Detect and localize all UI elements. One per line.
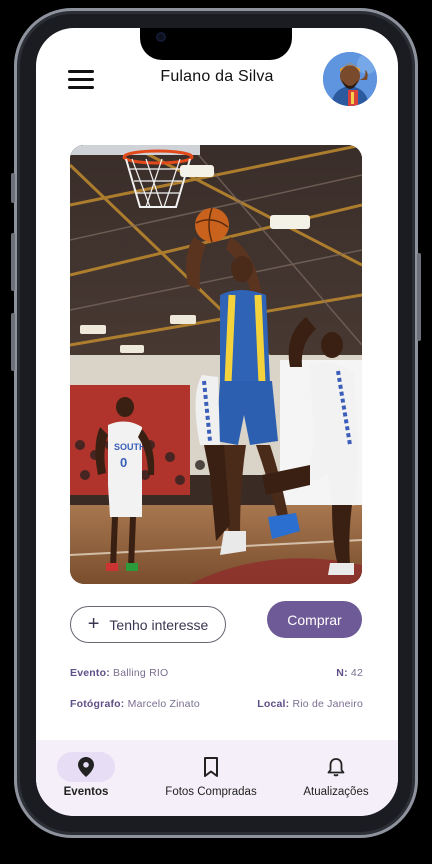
- svg-text:0: 0: [120, 455, 127, 470]
- location-value: Rio de Janeiro: [292, 698, 363, 710]
- location-pin-icon: [57, 752, 115, 782]
- event-value: Balling RIO: [113, 667, 169, 679]
- basketball-photo[interactable]: SOUTH 0: [70, 145, 362, 584]
- power-button: [417, 253, 421, 341]
- avatar[interactable]: [323, 52, 377, 106]
- nav-item-fotos-compradas[interactable]: Fotos Compradas: [146, 740, 276, 816]
- nav-item-atualizacoes[interactable]: Atualizações: [286, 740, 386, 816]
- photographer-value: Marcelo Zinato: [127, 698, 200, 710]
- number-key: N:: [336, 667, 348, 679]
- event-detail: Evento: Balling RIO: [70, 667, 168, 679]
- volume-up-button: [11, 233, 15, 291]
- nav-item-eventos[interactable]: Eventos: [36, 740, 136, 816]
- svg-text:SOUTH: SOUTH: [114, 442, 146, 452]
- nav-label-fotos-compradas: Fotos Compradas: [165, 786, 257, 798]
- bottom-navigation: Eventos Fotos Compradas Atualizações: [36, 740, 398, 816]
- nav-label-eventos: Eventos: [63, 786, 109, 798]
- app-screen: Fulano da Silva SOUTH 0 + Tenho interess…: [36, 28, 398, 816]
- interest-button[interactable]: + Tenho interesse: [70, 606, 226, 643]
- location-key: Local:: [257, 698, 290, 710]
- number-value: 42: [350, 667, 363, 679]
- bell-icon: [307, 752, 365, 782]
- buy-button[interactable]: Comprar: [267, 601, 362, 638]
- location-detail: Local: Rio de Janeiro: [257, 698, 363, 710]
- interest-button-label: Tenho interesse: [109, 616, 209, 633]
- volume-down-button: [11, 313, 15, 371]
- nav-label-atualizacoes: Atualizações: [303, 786, 369, 798]
- photographer-detail: Fotógrafo: Marcelo Zinato: [70, 698, 200, 710]
- notch: [140, 28, 292, 60]
- photographer-key: Fotógrafo:: [70, 698, 125, 710]
- event-key: Evento:: [70, 667, 110, 679]
- mute-switch: [11, 173, 15, 203]
- plus-icon: +: [87, 612, 100, 635]
- bookmark-icon: [182, 752, 240, 782]
- buy-button-label: Comprar: [287, 611, 342, 628]
- number-detail: N: 42: [336, 667, 363, 679]
- front-camera: [156, 32, 166, 42]
